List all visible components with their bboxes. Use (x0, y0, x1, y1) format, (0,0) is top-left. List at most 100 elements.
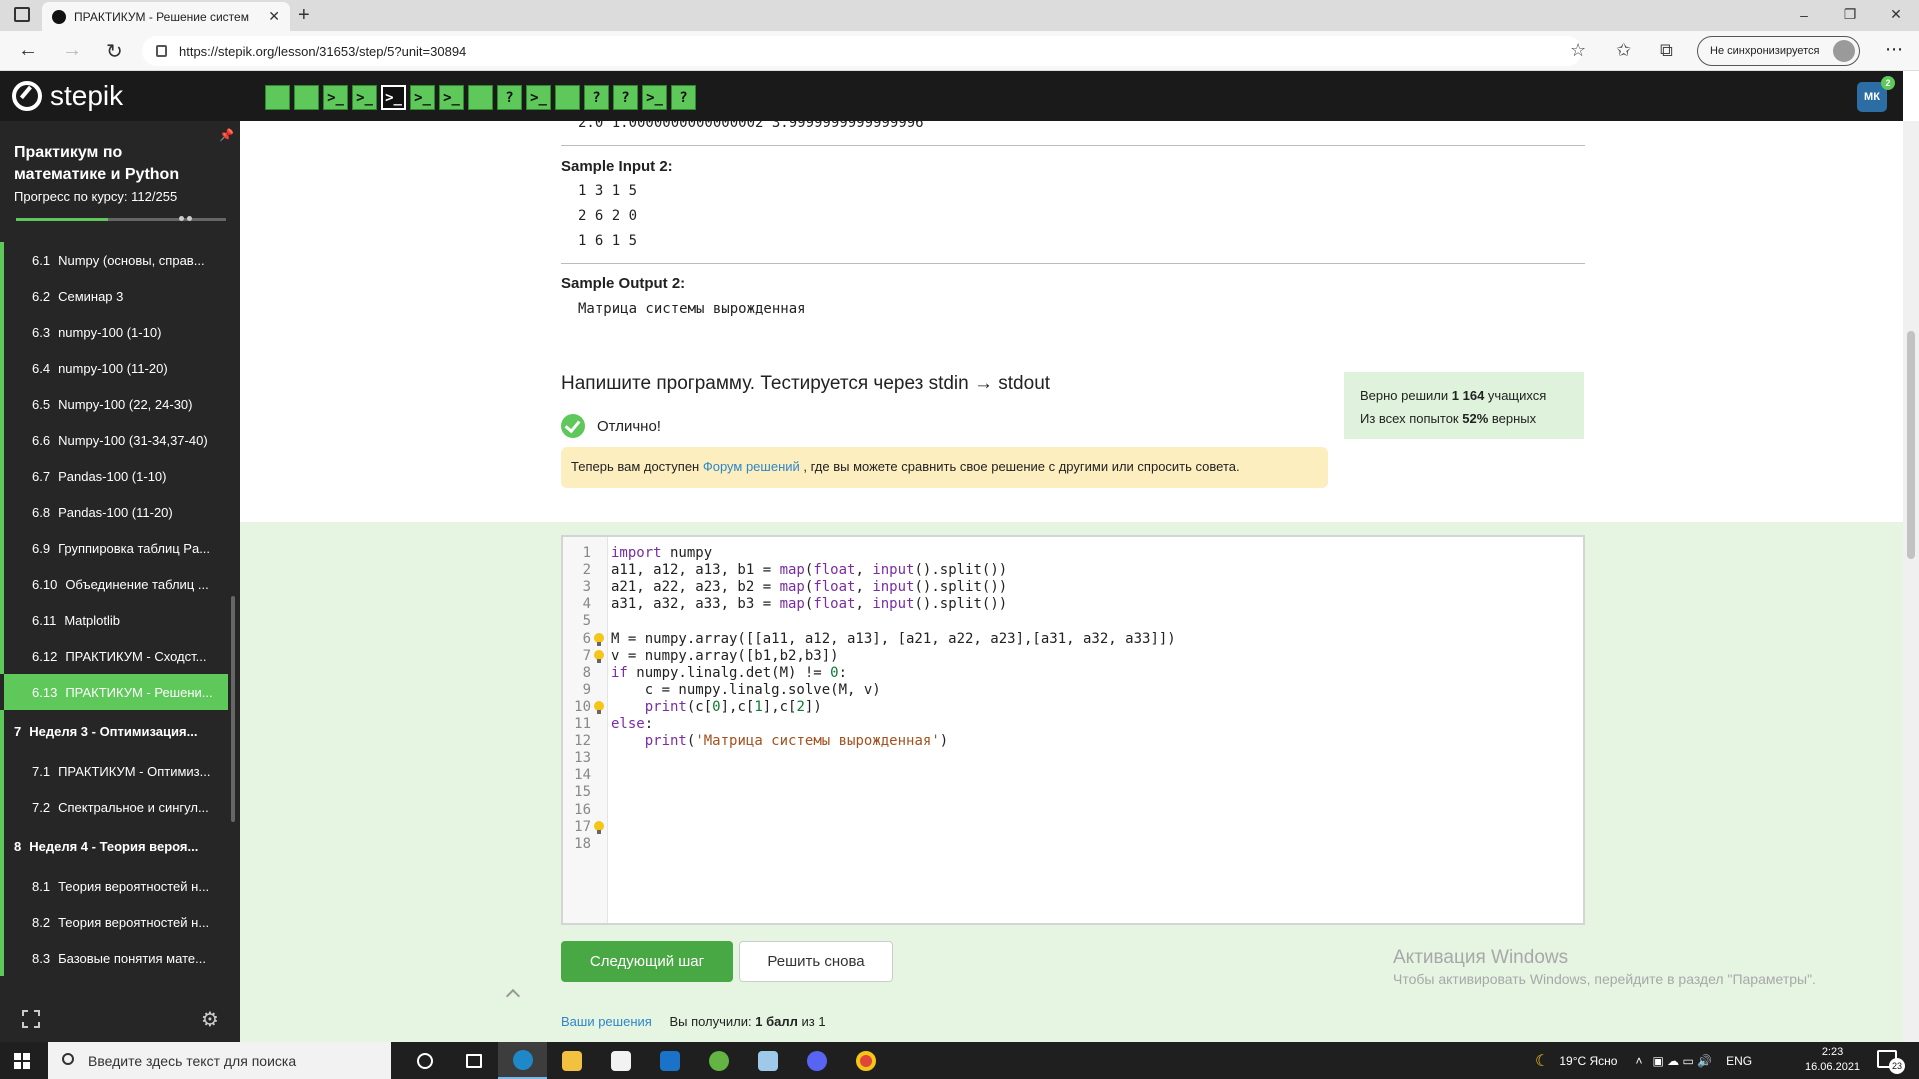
stepik-logo[interactable]: stepik (12, 80, 123, 112)
step-text-icon[interactable] (468, 85, 493, 110)
weather-text[interactable]: 19°C Ясно (1559, 1054, 1617, 1068)
lesson-title: Numpy-100 (31-34,37-40) (58, 432, 208, 448)
system-tray: ☾ 19°C Ясно ˄ ▣ ☁ ▭ 🔊 ENG (1535, 1042, 1752, 1079)
address-bar[interactable]: https://stepik.org/lesson/31653/step/5?u… (142, 36, 1582, 66)
sidebar-lesson-item[interactable]: 6.5 Numpy-100 (22, 24-30) (0, 386, 228, 422)
page-scrollbar[interactable] (1903, 121, 1919, 1042)
sidebar-lesson-item[interactable]: 6.13 ПРАКТИКУМ - Решени... (4, 674, 228, 710)
step-text-icon[interactable] (555, 85, 580, 110)
sidebar-lesson-item[interactable]: 6.12 ПРАКТИКУМ - Сходст... (0, 638, 228, 674)
new-tab-icon[interactable]: + (298, 4, 310, 27)
language-indicator[interactable]: ENG (1726, 1054, 1752, 1068)
clock-time: 2:23 (1821, 1046, 1844, 1058)
lightbulb-hint-icon[interactable] (594, 632, 604, 647)
taskbar-search[interactable]: Введите здесь текст для поиска (48, 1042, 391, 1079)
lesson-title: Группировка таблиц Pa... (58, 540, 211, 556)
sidebar-lesson-item[interactable]: 8.1 Теория вероятностей н... (0, 868, 228, 904)
lightbulb-hint-icon[interactable] (594, 649, 604, 664)
browser-menu-icon[interactable]: ⋯ (1885, 39, 1903, 60)
sidebar-week-item[interactable]: 7 Неделя 3 - Оптимизация... (0, 710, 228, 753)
maximize-icon[interactable]: ❐ (1827, 0, 1873, 29)
step-quiz-icon[interactable]: ? (613, 85, 638, 110)
lesson-title: Неделя 3 - Оптимизация... (29, 724, 198, 739)
sidebar-lesson-item[interactable]: 7.2 Спектральное и сингул... (0, 789, 228, 825)
step-text-icon[interactable] (294, 85, 319, 110)
sidebar-lesson-item[interactable]: 8.2 Теория вероятностей н... (0, 904, 228, 940)
store-icon[interactable] (596, 1042, 645, 1079)
sidebar-lesson-item[interactable]: 6.11 Matplotlib (0, 602, 228, 638)
notification-center-icon[interactable]: 23 (1877, 1050, 1905, 1074)
discord-icon[interactable] (792, 1042, 841, 1079)
course-title[interactable]: Практикум по математике и Python (14, 142, 214, 186)
step-code-icon[interactable]: >_ (410, 85, 435, 110)
code-editor[interactable]: 1 import numpy 2 a11, a12, a13, b1 = map(fl… (561, 535, 1585, 925)
code-text: a31, a32, a33, b3 = map(float, input().s… (611, 596, 1008, 613)
utorrent-icon[interactable] (694, 1042, 743, 1079)
solutions-forum-link[interactable]: Форум решений (703, 459, 800, 474)
lightbulb-hint-icon[interactable] (594, 820, 604, 835)
pin-icon[interactable]: 📌 (219, 128, 234, 142)
chrome-icon[interactable] (841, 1042, 890, 1079)
sidebar-lesson-item[interactable]: 6.9 Группировка таблиц Pa... (0, 530, 228, 566)
minimize-icon[interactable]: – (1781, 0, 1827, 29)
stats-solved: Верно решили 1 164 учащихся (1360, 388, 1547, 403)
collections-icon[interactable]: ⧉ (1660, 40, 1673, 61)
step-code-icon[interactable]: >_ (526, 85, 551, 110)
step-quiz-icon[interactable]: ? (671, 85, 696, 110)
lightbulb-hint-icon[interactable] (594, 700, 604, 715)
lesson-list: 6.1 Numpy (основы, справ... 6.2 Семинар 3 6.… (0, 242, 228, 976)
user-avatar[interactable]: МК 2 (1857, 76, 1895, 112)
code-text: else: (611, 716, 654, 732)
sidebar-lesson-item[interactable]: 6.8 Pandas-100 (11-20) (0, 494, 228, 530)
step-quiz-icon[interactable]: ? (497, 85, 522, 110)
next-step-button[interactable]: Следующий шаг (561, 941, 733, 982)
forward-icon[interactable]: → (62, 39, 82, 62)
fullscreen-icon[interactable] (22, 1010, 40, 1028)
profile-sync-button[interactable]: Не синхронизируется (1697, 36, 1860, 66)
sidebar-lesson-item[interactable]: 6.1 Numpy (основы, справ... (0, 242, 228, 278)
step-code-icon[interactable]: >_ (642, 85, 667, 110)
favorites-icon[interactable]: ✩ (1616, 40, 1631, 61)
notepad-icon[interactable] (743, 1042, 792, 1079)
step-text-icon[interactable] (265, 85, 290, 110)
sidebar-lesson-item[interactable]: 6.7 Pandas-100 (1-10) (0, 458, 228, 494)
clock[interactable]: 2:23 16.06.2021 (1805, 1045, 1860, 1075)
sidebar-lesson-item[interactable]: 6.4 numpy-100 (11-20) (0, 350, 228, 386)
step-code-icon[interactable]: >_ (352, 85, 377, 110)
file-explorer-icon[interactable] (547, 1042, 596, 1079)
tray-chevron-icon[interactable]: ˄ (1635, 1054, 1642, 1068)
sidebar-lesson-item[interactable]: 7.1 ПРАКТИКУМ - Оптимиз... (0, 753, 228, 789)
back-icon[interactable]: ← (18, 39, 38, 62)
sidebar-week-item[interactable]: 8 Неделя 4 - Теория вероя... (0, 825, 228, 868)
step-code-icon[interactable]: >_ (323, 85, 348, 110)
sidebar-scrollbar[interactable] (231, 596, 235, 822)
page-scrollbar-thumb[interactable] (1907, 331, 1915, 559)
url-text: https://stepik.org/lesson/31653/step/5?u… (179, 43, 467, 59)
windows-start-icon[interactable] (14, 1053, 30, 1069)
code-line[interactable]: 18 (563, 834, 1583, 855)
tray-icons[interactable]: ▣ ☁ ▭ 🔊 (1652, 1054, 1712, 1068)
your-solutions-link[interactable]: Ваши решения (561, 1014, 652, 1029)
mail-icon[interactable] (645, 1042, 694, 1079)
add-favorite-icon[interactable]: ☆ (1570, 40, 1586, 61)
sidebar-lesson-item[interactable]: 6.2 Семинар 3 (0, 278, 228, 314)
close-window-icon[interactable]: ✕ (1873, 0, 1919, 29)
close-tab-icon[interactable]: ✕ (268, 8, 280, 25)
tab-actions-icon[interactable] (14, 7, 30, 22)
windows-taskbar: Введите здесь текст для поиска ☾ 19°C Яс… (0, 1042, 1919, 1079)
sidebar-lesson-item[interactable]: 6.10 Объединение таблиц ... (0, 566, 228, 602)
settings-gear-icon[interactable]: ⚙ (201, 1007, 219, 1032)
lesson-title: numpy-100 (11-20) (58, 360, 168, 376)
edge-icon[interactable] (498, 1042, 547, 1079)
solve-again-button[interactable]: Решить снова (739, 941, 893, 982)
task-view-icon[interactable] (449, 1042, 498, 1079)
step-code-icon[interactable]: >_ (381, 85, 406, 110)
sidebar-lesson-item[interactable]: 6.6 Numpy-100 (31-34,37-40) (0, 422, 228, 458)
step-quiz-icon[interactable]: ? (584, 85, 609, 110)
step-code-icon[interactable]: >_ (439, 85, 464, 110)
browser-tab[interactable]: ПРАКТИКУМ - Решение систем ✕ (42, 2, 290, 31)
sidebar-lesson-item[interactable]: 8.3 Базовые понятия мате... (0, 940, 228, 976)
cortana-icon[interactable] (400, 1042, 449, 1079)
sidebar-lesson-item[interactable]: 6.3 numpy-100 (1-10) (0, 314, 228, 350)
reload-icon[interactable]: ↻ (106, 39, 123, 64)
